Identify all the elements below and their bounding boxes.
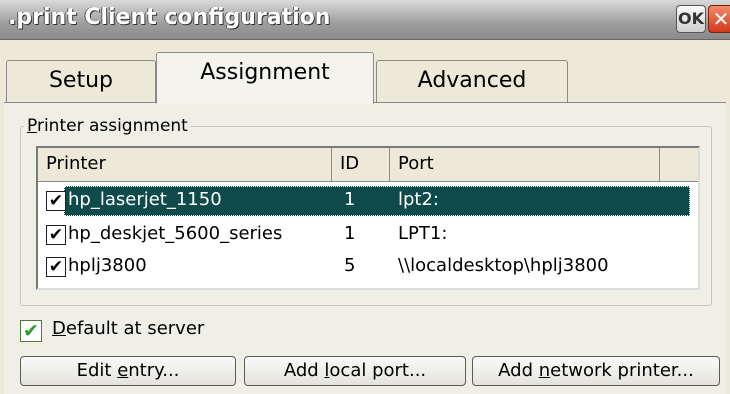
column-header-filler bbox=[660, 148, 698, 182]
edit-entry-button[interactable]: Edit entry... bbox=[20, 356, 236, 386]
title-bar: .print Client configuration OK ✕ bbox=[0, 0, 730, 40]
close-icon: ✕ bbox=[712, 7, 730, 31]
table-row[interactable]: ✔ hp_laserjet_1150 1 lpt2: bbox=[42, 186, 696, 216]
column-header-printer[interactable]: Printer bbox=[38, 148, 332, 182]
row-checkbox[interactable]: ✔ bbox=[46, 191, 66, 211]
printer-name: hp_laserjet_1150 bbox=[68, 189, 222, 210]
default-at-server-checkbox[interactable]: ✔ bbox=[20, 320, 42, 342]
table-row[interactable]: ✔ hplj3800 5 \\localdesktop\hplj3800 bbox=[42, 252, 696, 282]
tab-assignment[interactable]: Assignment bbox=[156, 52, 374, 104]
row-checkbox[interactable]: ✔ bbox=[46, 257, 66, 277]
tab-advanced[interactable]: Advanced bbox=[376, 60, 568, 102]
printer-name: hp_deskjet_5600_series bbox=[68, 223, 283, 244]
printer-port: LPT1: bbox=[398, 223, 448, 244]
printer-id: 5 bbox=[344, 255, 356, 276]
close-button[interactable]: ✕ bbox=[708, 5, 730, 33]
row-checkbox[interactable]: ✔ bbox=[46, 225, 66, 245]
printer-assignment-label: Printer assignment bbox=[24, 116, 191, 136]
window-title: .print Client configuration bbox=[8, 5, 331, 30]
add-local-port-button[interactable]: Add local port... bbox=[244, 356, 466, 386]
add-network-printer-button[interactable]: Add network printer... bbox=[472, 356, 720, 386]
printer-id: 1 bbox=[344, 189, 356, 210]
ok-button[interactable]: OK bbox=[676, 5, 706, 33]
printer-name: hplj3800 bbox=[68, 255, 147, 276]
printer-id: 1 bbox=[344, 223, 356, 244]
column-header-id[interactable]: ID bbox=[332, 148, 390, 182]
table-row[interactable]: ✔ hp_deskjet_5600_series 1 LPT1: bbox=[42, 220, 696, 250]
default-at-server-label[interactable]: Default at server bbox=[52, 318, 204, 339]
column-header-port[interactable]: Port bbox=[390, 148, 660, 182]
printer-list[interactable]: Printer ID Port ✔ hp_laserjet_1150 1 lpt… bbox=[36, 146, 700, 290]
printer-port: \\localdesktop\hplj3800 bbox=[398, 255, 609, 276]
printer-port: lpt2: bbox=[398, 189, 440, 210]
tab-setup[interactable]: Setup bbox=[6, 60, 156, 102]
